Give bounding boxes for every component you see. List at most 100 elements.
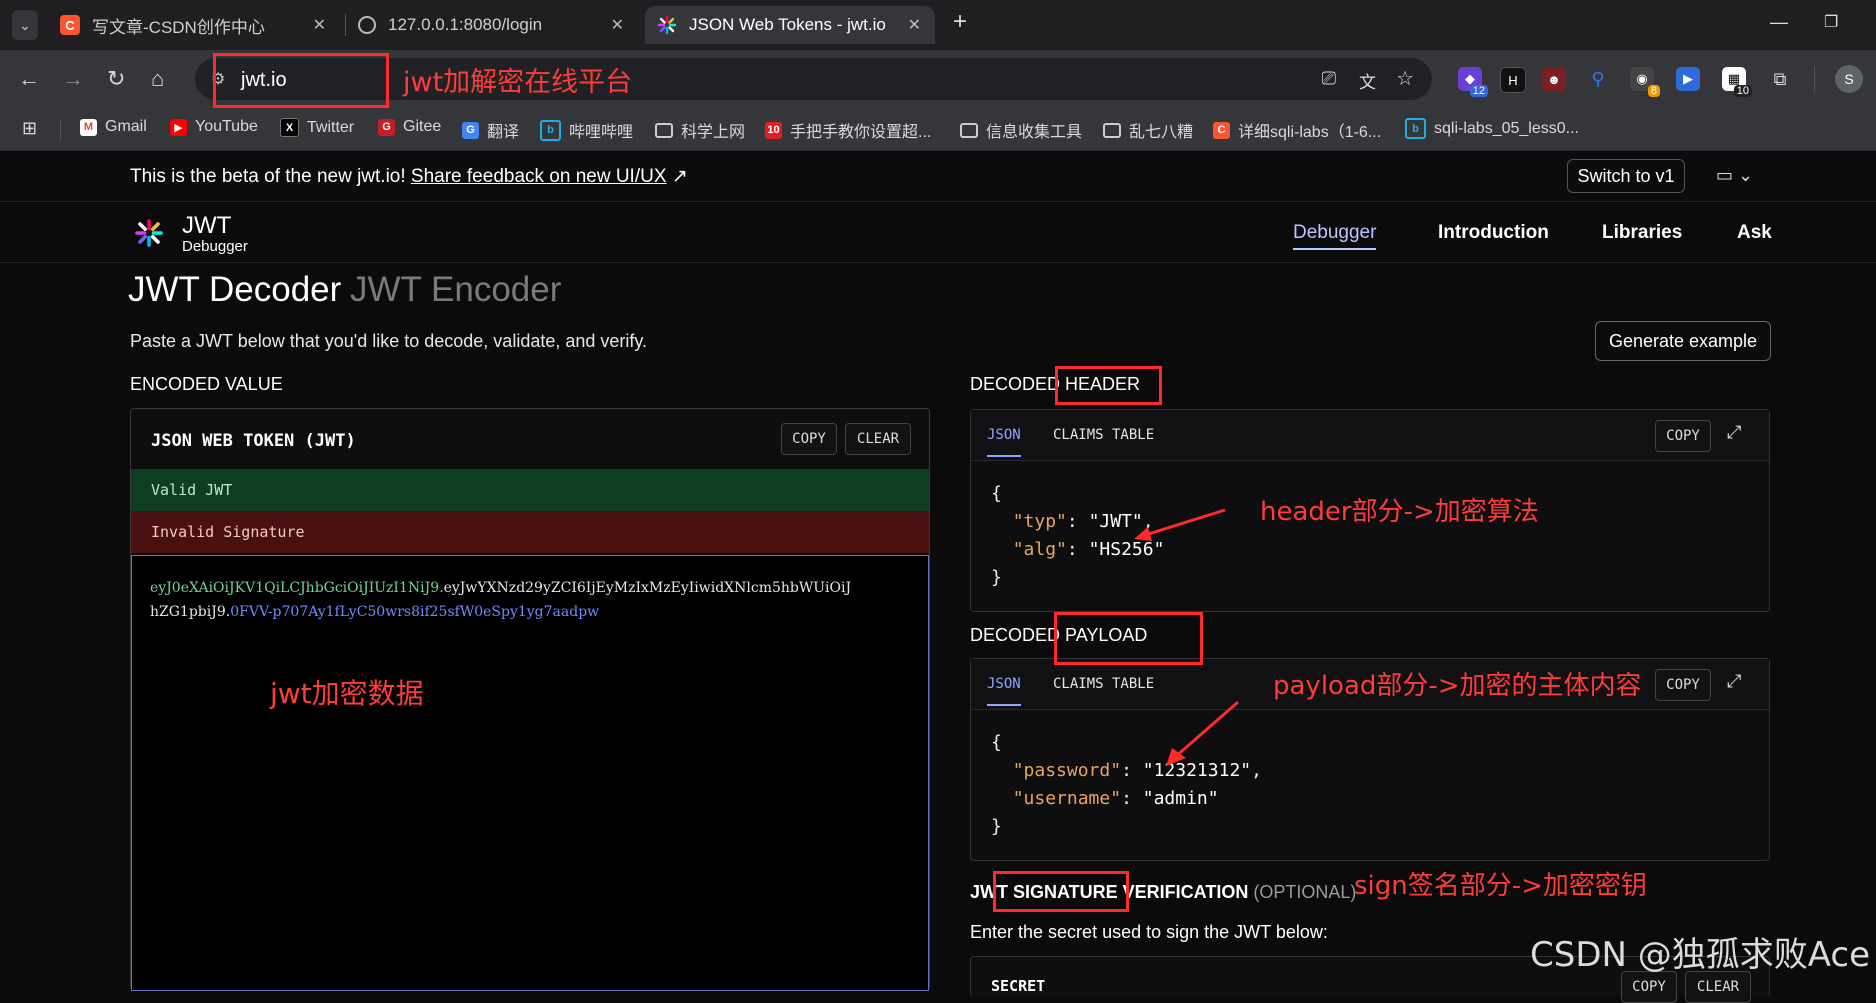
copy-payload-button[interactable]: COPY [1655,669,1711,701]
toolbar-divider [1814,66,1815,92]
browser-tab-csdn[interactable]: C 写文章-CSDN创作中心 ✕ [60,6,340,44]
bookmark-label: Gitee [403,118,442,135]
extension-icon[interactable]: ◉ 8 [1630,67,1660,97]
jwt-token-textarea[interactable]: eyJ0eXAiOiJKV1QiLCJhbGciOiJIUzI1NiJ9.eyJ… [131,555,929,991]
bookmark-label: 乱七八糟 [1129,124,1194,141]
bookmark-label: YouTube [195,118,258,135]
json-brace: { [991,483,1002,504]
extension-badge: 10 [1733,85,1752,97]
tab-search-button[interactable]: ⌄ [12,10,38,40]
bookmark-label: 信息收集工具 [986,124,1083,141]
csdn-favicon-icon: C [1213,121,1230,139]
decoded-prefix: DECODED [970,374,1061,394]
extension-badge: 12 [1469,85,1488,97]
copy-jwt-button[interactable]: COPY [781,423,837,455]
annotation-box-url [213,53,389,108]
feedback-link[interactable]: Share feedback on new UI/UX [411,166,667,187]
bookmark-gitee[interactable]: G Gitee [378,118,441,136]
x-twitter-icon: X [280,118,299,137]
expand-icon[interactable]: ⤢ [1727,422,1741,443]
encoded-value-label: ENCODED VALUE [130,374,283,394]
optional-tag: (OPTIONAL) [1253,882,1357,902]
extension-icon[interactable]: ◆ 12 [1458,67,1488,97]
token-payload-part: hZG1pbiJ9. [150,604,231,620]
close-icon[interactable]: ✕ [313,15,326,35]
extensions-puzzle-icon[interactable]: ⧉ [1768,67,1792,91]
extension-icon[interactable]: H [1500,67,1526,93]
annotation-arrow-payload [1166,700,1239,766]
bilibili-icon: b [1405,118,1426,139]
theme-monitor-icon[interactable]: ▭ ⌄ [1716,165,1753,186]
invalid-signature-text: Invalid Signature [151,523,305,541]
annotation-data-note: jwt加密数据 [270,677,424,710]
bookmark-youtube[interactable]: ▶ YouTube [170,118,258,136]
nav-ask[interactable]: Ask [1737,222,1772,244]
tab-claims-table[interactable]: CLAIMS TABLE [1053,676,1154,692]
reload-icon[interactable]: ↻ [107,66,125,92]
nav-debugger[interactable]: Debugger [1293,222,1377,250]
install-app-icon[interactable]: ⎚ [1322,68,1336,89]
bookmark-link[interactable]: C 详细sqli-labs（1-6... [1213,118,1381,142]
tab-json[interactable]: JSON [987,427,1021,457]
new-tab-icon[interactable]: + [953,8,967,36]
bookmark-folder[interactable]: 乱七八糟 [1103,118,1193,142]
jwt-logo-icon[interactable] [134,218,164,248]
bookmark-star-icon[interactable]: ☆ [1396,66,1414,91]
switch-to-v1-button[interactable]: Switch to v1 [1567,159,1685,193]
tab-jwt-encoder[interactable]: JWT Encoder [350,270,561,310]
tab-title: 写文章-CSDN创作中心 [92,17,265,37]
back-icon[interactable]: ← [18,66,40,92]
profile-avatar[interactable]: S [1835,65,1863,93]
extension-icon[interactable]: ▶ [1676,67,1700,91]
intro-text: Paste a JWT below that you'd like to dec… [130,331,648,351]
bookmark-twitter[interactable]: X Twitter [280,118,354,137]
json-brace: { [991,732,1002,753]
valid-jwt-status: Valid JWT [131,469,929,511]
browser-tab-localhost[interactable]: 127.0.0.1:8080/login ✕ [358,6,638,44]
tab-json[interactable]: JSON [987,676,1021,706]
bookmark-gmail[interactable]: M Gmail [80,118,147,136]
bookmark-label: 翻译 [487,124,520,141]
json-key: "typ" [1012,511,1067,532]
token-signature-part: 0FVV-p707Ay1fLyC50wrs8if25sfW0eSpy1yg7aa… [230,604,600,620]
generate-example-button[interactable]: Generate example [1595,321,1771,361]
annotation-arrow-header [1134,508,1226,541]
bookmark-label: 手把手教你设置超... [790,124,932,141]
extension-badge: 8 [1647,85,1660,97]
jwt-icon [657,15,677,35]
extension-icon[interactable]: ⚲ [1586,67,1610,91]
minimize-icon[interactable]: — [1770,12,1788,33]
bookmark-link[interactable]: b sqli-labs_05_less0... [1405,118,1579,139]
close-icon[interactable]: ✕ [908,15,921,35]
annotation-box-payload [1054,612,1203,665]
home-icon[interactable]: ⌂ [151,66,164,92]
bookmark-link[interactable]: 10 手把手教你设置超... [765,118,931,142]
copy-header-button[interactable]: COPY [1655,420,1711,452]
nav-introduction[interactable]: Introduction [1438,222,1549,244]
clear-jwt-button[interactable]: CLEAR [845,423,911,455]
bookmark-folder[interactable]: 科学上网 [655,118,745,142]
close-icon[interactable]: ✕ [611,15,624,35]
browser-tab-jwt[interactable]: JSON Web Tokens - jwt.io ✕ [645,6,935,44]
restore-icon[interactable]: ❐ [1824,12,1838,32]
extension-icon[interactable]: ▦ 10 [1722,67,1752,97]
translate-icon[interactable]: 文 [1359,68,1376,93]
tab-jwt-decoder[interactable]: JWT Decoder [128,270,341,310]
apps-grid-icon[interactable]: ⊞ [22,118,37,139]
expand-icon[interactable]: ⤢ [1727,671,1741,692]
youtube-icon: ▶ [170,118,187,136]
bookmarks-bar: ⊞ M Gmail ▶ YouTube X Twitter G Gitee G 翻译 b哔… [0,108,1876,151]
gmail-icon: M [80,118,97,136]
bookmark-folder[interactable]: 信息收集工具 [960,118,1082,142]
tab-claims-table[interactable]: CLAIMS TABLE [1053,427,1154,443]
csdn-favicon-icon: C [60,15,80,35]
json-brace: } [991,567,1002,588]
bookmark-label: 详细sqli-labs（1-6... [1238,124,1382,141]
annotation-box-signature [993,871,1129,912]
bookmark-translate[interactable]: G 翻译 [462,118,519,142]
bookmark-bilibili[interactable]: b 哔哩哔哩 [540,118,633,142]
nav-libraries[interactable]: Libraries [1602,222,1682,244]
extension-icon[interactable]: ☻ [1542,67,1566,91]
folder-icon [1103,122,1121,138]
forward-icon[interactable]: → [62,66,84,92]
